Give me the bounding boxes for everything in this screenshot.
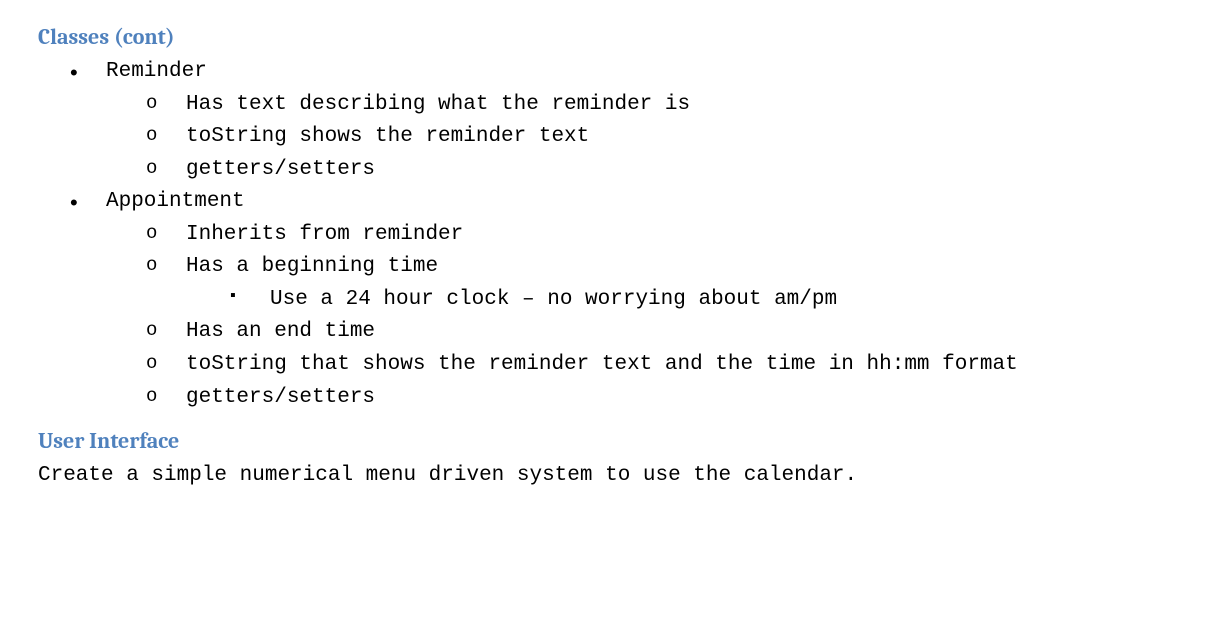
list-item-label: Appointment: [106, 190, 245, 213]
list-item-text: Has a beginning time: [186, 255, 438, 278]
list-item: Inherits from reminder: [146, 219, 1186, 252]
list-item-text: toString shows the reminder text: [186, 125, 589, 148]
list-level2: Inherits from reminder Has a beginning t…: [146, 219, 1186, 414]
list-item: toString that shows the reminder text an…: [146, 349, 1186, 382]
list-level1: Reminder Has text describing what the re…: [70, 56, 1186, 414]
list-item-text: getters/setters: [186, 158, 375, 181]
list-item-reminder: Reminder Has text describing what the re…: [70, 56, 1186, 186]
section-heading-ui: User Interface: [38, 424, 1186, 458]
list-item-text: Has an end time: [186, 320, 375, 343]
list-item: Use a 24 hour clock – no worrying about …: [230, 284, 1186, 317]
section-body-ui: Create a simple numerical menu driven sy…: [38, 460, 1186, 493]
list-item-text: Use a 24 hour clock – no worrying about …: [270, 288, 837, 311]
section-heading-classes: Classes (cont): [38, 20, 1186, 54]
list-item-appointment: Appointment Inherits from reminder Has a…: [70, 186, 1186, 414]
list-item: getters/setters: [146, 382, 1186, 415]
list-item: Has a beginning time Use a 24 hour clock…: [146, 251, 1186, 316]
list-item: toString shows the reminder text: [146, 121, 1186, 154]
list-item-text: Has text describing what the reminder is: [186, 93, 690, 116]
list-item-text: getters/setters: [186, 386, 375, 409]
list-item: Has text describing what the reminder is: [146, 89, 1186, 122]
list-item-text: Inherits from reminder: [186, 223, 463, 246]
list-item: Has an end time: [146, 316, 1186, 349]
list-level3: Use a 24 hour clock – no worrying about …: [230, 284, 1186, 317]
list-item: getters/setters: [146, 154, 1186, 187]
list-item-label: Reminder: [106, 60, 207, 83]
list-level2: Has text describing what the reminder is…: [146, 89, 1186, 187]
list-item-text: toString that shows the reminder text an…: [186, 353, 1018, 376]
